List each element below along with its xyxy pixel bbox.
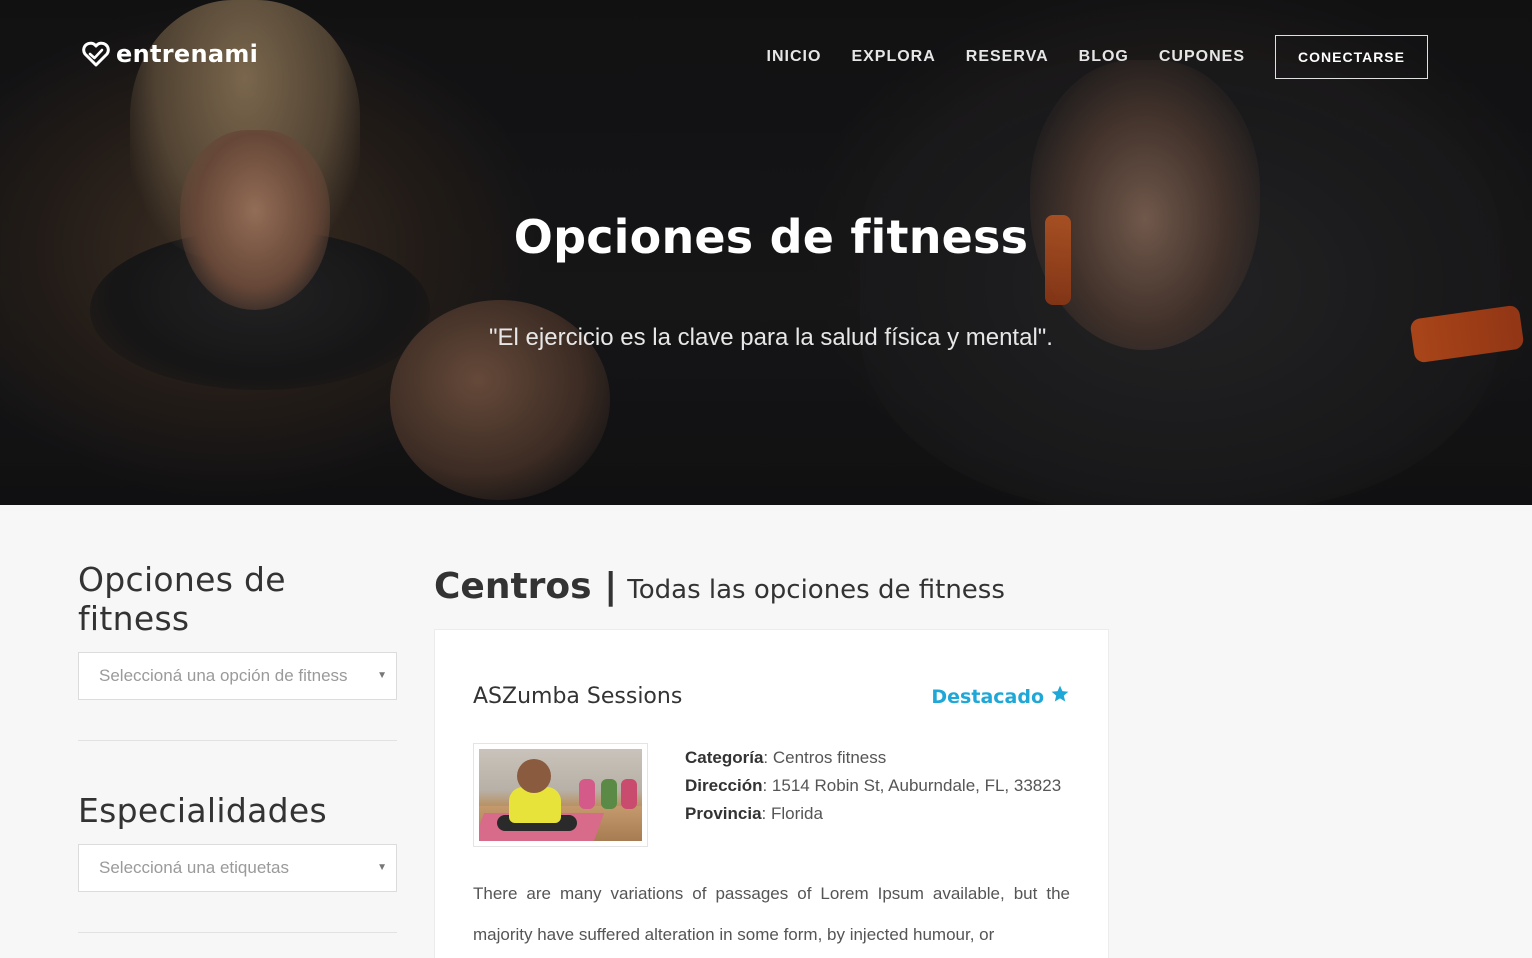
nav-reserva[interactable]: RESERVA: [966, 48, 1049, 66]
heart-logo-icon: [82, 41, 110, 67]
category-value: : Centros fitness: [763, 748, 887, 767]
province-label: Provincia: [685, 804, 762, 823]
caret-down-icon: ▼: [377, 670, 387, 681]
nav-explora[interactable]: EXPLORA: [851, 48, 935, 66]
address-label: Dirección: [685, 776, 763, 795]
site-logo[interactable]: entrenami: [82, 40, 258, 68]
listing-heading-sub: Todas las opciones de fitness: [627, 575, 1005, 605]
address-row: Dirección: 1514 Robin St, Auburndale, FL…: [685, 772, 1061, 800]
listing-thumbnail[interactable]: [473, 743, 648, 847]
listing-description: There are many variations of passages of…: [473, 884, 1070, 944]
listing-heading: Centros | Todas las opciones de fitness: [434, 566, 1005, 607]
divider: [78, 932, 397, 933]
star-icon: [1050, 684, 1070, 709]
category-row: Categoría: Centros fitness: [685, 744, 1061, 772]
caret-down-icon: ▼: [377, 862, 387, 873]
filters-sidebar: Opciones de fitness Seleccioná una opció…: [78, 560, 397, 933]
listing-card[interactable]: ASZumba Sessions Destacado Categoría: Ce…: [434, 629, 1109, 958]
fitness-option-placeholder: Seleccioná una opción de fitness: [99, 666, 348, 685]
nav-cupones[interactable]: CUPONES: [1159, 48, 1245, 66]
category-label: Categoría: [685, 748, 764, 767]
hero-quote: "El ejercicio es la clave para la salud …: [489, 324, 1053, 351]
province-row: Provincia: Florida: [685, 800, 1061, 828]
specialties-select[interactable]: Seleccioná una etiquetas ▼: [78, 844, 397, 892]
listing-info: Categoría: Centros fitness Dirección: 15…: [685, 744, 1061, 828]
listing-heading-main: Centros |: [434, 566, 618, 607]
fitness-option-select[interactable]: Seleccioná una opción de fitness ▼: [78, 652, 397, 700]
main-nav: INICIO EXPLORA RESERVA BLOG CUPONES CONE…: [737, 35, 1428, 79]
login-button[interactable]: CONECTARSE: [1275, 35, 1428, 79]
featured-badge: Destacado: [931, 684, 1070, 709]
divider: [78, 740, 397, 741]
fitness-options-heading: Opciones de fitness: [78, 560, 286, 638]
brand-name: entrenami: [116, 40, 259, 68]
featured-label: Destacado: [931, 685, 1044, 708]
hero-banner: entrenami INICIO EXPLORA RESERVA BLOG CU…: [0, 0, 1532, 505]
specialties-heading: Especialidades: [78, 791, 327, 830]
hero-title: Opciones de fitness: [513, 210, 1029, 264]
listing-title[interactable]: ASZumba Sessions: [473, 684, 682, 709]
province-value: : Florida: [761, 804, 823, 823]
specialties-placeholder: Seleccioná una etiquetas: [99, 858, 289, 877]
address-value: : 1514 Robin St, Auburndale, FL, 33823: [762, 776, 1062, 795]
listing-photo: [479, 749, 642, 841]
nav-blog[interactable]: BLOG: [1079, 48, 1129, 66]
nav-inicio[interactable]: INICIO: [767, 48, 822, 66]
